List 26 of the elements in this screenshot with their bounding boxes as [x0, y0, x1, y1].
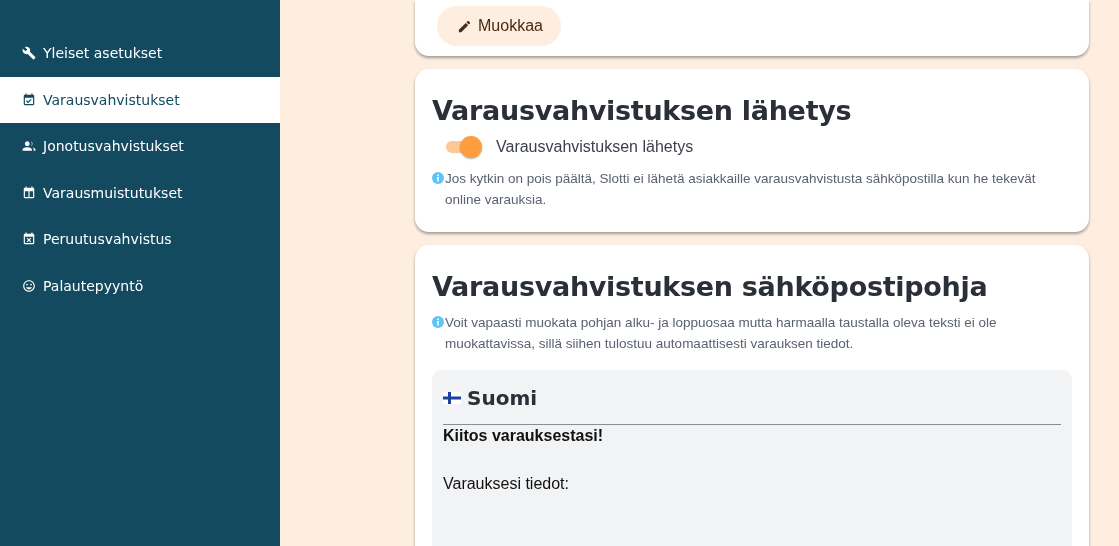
wrench-icon: [22, 46, 36, 61]
toggle-switch[interactable]: [446, 136, 482, 158]
email-text[interactable]: Varauksesi tiedot:: [443, 475, 569, 492]
sidebar-item[interactable]: Yleiset asetukset: [0, 30, 280, 77]
info-icon: [432, 172, 444, 184]
sidebar-item[interactable]: Jonotusvahvistukset: [0, 123, 280, 170]
sidebar-item[interactable]: Palautepyyntö: [0, 262, 280, 309]
calendar-x-icon: [22, 232, 36, 247]
info-text: Jos kytkin on pois päältä, Slotti ei lähetä asiakkaille varausvahvistusta sähköpostilla kun he tekevät online varauksia.: [445, 170, 1037, 209]
card-title: Varausvahvistuksen sähköpostipohja: [432, 271, 989, 302]
edit-button[interactable]: Muokkaa: [437, 6, 561, 46]
sidebar-item[interactable]: Varausmuistutukset: [0, 169, 280, 216]
card-title: Varausvahvistuksen lähetys: [432, 95, 853, 126]
calendar-icon: [22, 185, 36, 200]
email-text[interactable]: Kiitos varauksestasi!: [443, 427, 1061, 445]
flag-icon: [443, 392, 461, 404]
calendar-check-icon: [22, 92, 36, 107]
smiley-icon: [22, 278, 36, 293]
info-icon: [432, 316, 444, 328]
toggle-label: Varausvahvistuksen lähetys: [496, 138, 694, 156]
sidebar-item[interactable]: Peruutusvahvistus: [0, 216, 280, 263]
pencil-icon: [457, 18, 472, 34]
people-icon: [22, 139, 36, 154]
language-heading: Suomi: [467, 386, 538, 410]
sidebar-item[interactable]: Varausvahvistukset: [0, 76, 280, 123]
info-text: Voit vapaasti muokata pohjan alku- ja loppuosaa mutta harmaalla taustalla oleva teksti ei ole muokattavissa, sillä siihen tulostuu automaattisesti varauksen tiedot.: [445, 314, 998, 353]
